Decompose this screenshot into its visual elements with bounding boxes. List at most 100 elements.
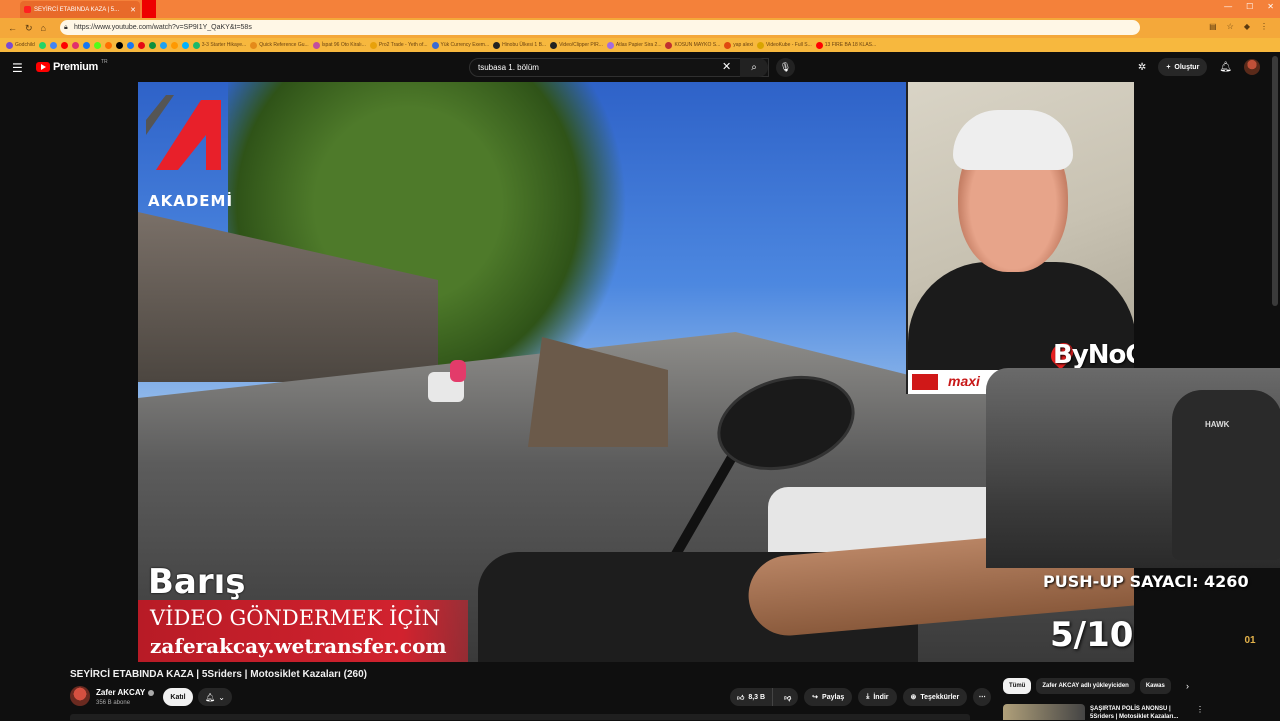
channel-name[interactable]: Zafer AKCAY (96, 688, 155, 697)
bookmark-item[interactable]: Godchild (6, 41, 35, 49)
bookmark-favicon-icon (93, 41, 101, 49)
home-icon[interactable]: ⌂ (41, 23, 46, 34)
gaming-chair (1172, 390, 1280, 560)
dislike-button[interactable]: 👎︎ (777, 688, 798, 706)
maxi-mark-icon (912, 374, 938, 390)
filter-chip[interactable]: Tümü (1003, 678, 1032, 694)
voice-search-button[interactable]: 🎙︎ (776, 58, 795, 77)
page-scrollbar[interactable] (1272, 56, 1278, 306)
bookmark-favicon-icon (6, 41, 13, 49)
bookmark-favicon-icon (665, 41, 673, 49)
maximize-icon[interactable]: ☐ (1246, 2, 1253, 11)
bookmark-item[interactable] (60, 41, 68, 49)
plus-icon: + (1166, 63, 1171, 71)
close-window-icon[interactable]: ✕ (1267, 2, 1274, 11)
cast-icon[interactable]: ✲ (1138, 62, 1146, 73)
chevron-down-icon: ⌄ (218, 692, 225, 702)
bookmark-favicon-icon (137, 41, 145, 49)
like-dislike-group: 👍︎ 8,3 B 👎︎ (730, 688, 799, 706)
thanks-button[interactable]: ⊛ Teşekkürler (902, 688, 968, 706)
minimize-icon[interactable]: — (1224, 2, 1232, 11)
browser-tab[interactable]: SEYİRCİ ETABINDA KAZA | 5... ✕ (20, 1, 140, 18)
hamburger-menu-icon[interactable]: ☰ (12, 61, 23, 75)
microphone-icon: 🎙︎ (779, 62, 792, 72)
subscription-bell-button[interactable]: 🔔︎ ⌄ (198, 688, 232, 706)
account-avatar[interactable] (1244, 59, 1260, 75)
bookmark-label: 13 FIRE BA 18 KLAS... (824, 42, 877, 48)
bookmark-item[interactable] (71, 41, 79, 49)
bookmark-item[interactable]: İspat 96 Oto Kiralı... (312, 41, 366, 49)
like-button[interactable]: 👍︎ 8,3 B (730, 688, 774, 706)
bookmark-item[interactable] (126, 41, 134, 49)
tab-close-icon[interactable]: ✕ (130, 6, 136, 14)
youtube-premium-logo[interactable]: Premium TR (36, 59, 108, 73)
more-actions-button[interactable]: ⋯ (973, 688, 992, 706)
logo-region: TR (100, 59, 108, 65)
filter-chip[interactable]: Kawas (1139, 678, 1171, 694)
video-player[interactable]: AKADEMİ Barış VİDEO GÖNDERMEK İÇİN zafer… (138, 82, 1134, 662)
bookmark-item[interactable]: KOSUN MAYKO S... (665, 41, 720, 49)
bookmark-label: Quick Reference Gu... (259, 42, 309, 48)
bookmark-item[interactable] (181, 41, 189, 49)
recommendation-thumbnail[interactable] (1003, 704, 1085, 720)
window-controls: — ☐ ✕ (1224, 2, 1274, 11)
extension-icon[interactable]: ◆ (1244, 22, 1250, 31)
banner-line-2: zaferakcay.wetransfer.com (150, 634, 447, 658)
download-button[interactable]: ⤓ İndir (858, 688, 897, 706)
notifications-bell-icon[interactable]: 🔔︎ (1219, 62, 1232, 73)
bookmark-item[interactable]: 3-3 Starter Hikaye... (192, 41, 246, 49)
bookmark-item[interactable] (115, 41, 123, 49)
nav-buttons: ← ↻ ⌂ (0, 23, 46, 34)
create-button[interactable]: + Oluştur (1158, 58, 1208, 76)
menu-dots-icon[interactable]: ⋮ (1260, 22, 1268, 31)
bookmark-favicon-icon (60, 41, 68, 49)
chevron-right-icon[interactable]: › (1186, 681, 1189, 691)
lock-icon: 🔒︎ (64, 23, 68, 31)
filter-chip[interactable]: Zafer AKCAY adlı yükleyiciden (1036, 678, 1135, 694)
bookmark-label: Hinobu Ülkesi 1 B... (502, 42, 547, 48)
bookmark-item[interactable]: Hinobu Ülkesi 1 B... (493, 41, 547, 49)
bookmark-item[interactable] (137, 41, 145, 49)
share-button[interactable]: ↪ Paylaş (804, 688, 853, 706)
like-count: 8,3 B (748, 693, 766, 701)
bookmark-item[interactable]: Pro2 Trade - Yeth of... (369, 41, 428, 49)
bookmark-favicon-icon (38, 41, 46, 49)
bookmark-item[interactable]: Quick Reference Gu... (250, 41, 309, 49)
search-button[interactable]: ⌕ (740, 58, 768, 77)
join-button[interactable]: Katıl (163, 688, 193, 706)
description-preview[interactable] (70, 714, 970, 720)
back-icon[interactable]: ← (8, 23, 17, 34)
bookmark-item[interactable] (104, 41, 112, 49)
recommendation-menu-icon[interactable]: ⋮ (1196, 705, 1204, 714)
bookmark-item[interactable]: VideoKube - Full S... (756, 41, 812, 49)
bookmark-item[interactable] (93, 41, 101, 49)
bookmark-item[interactable]: Atlas Papier Sira 2... (606, 41, 661, 49)
translate-icon[interactable]: ▤ (1209, 22, 1217, 31)
bookmark-favicon-icon (159, 41, 167, 49)
url-text: https://www.youtube.com/watch?v=SP9I1Y_Q… (74, 24, 252, 31)
channel-avatar[interactable] (70, 686, 90, 706)
bookmark-item[interactable] (38, 41, 46, 49)
rating-score: 5/10 (1050, 615, 1134, 655)
bookmark-star-icon[interactable]: ☆ (1227, 22, 1234, 31)
reload-icon[interactable]: ↻ (25, 23, 33, 34)
bookmark-item[interactable] (159, 41, 167, 49)
bookmark-item[interactable]: 13 FIRE BA 18 KLAS... (815, 41, 877, 49)
bookmark-item[interactable] (148, 41, 156, 49)
bookmark-item[interactable]: Yük Currency Exem... (431, 41, 489, 49)
bookmark-item[interactable] (82, 41, 90, 49)
bookmark-favicon-icon (312, 41, 320, 49)
bookmark-item[interactable]: yap alexi (724, 41, 753, 49)
bookmark-item[interactable] (170, 41, 178, 49)
url-field[interactable]: 🔒︎ https://www.youtube.com/watch?v=SP9I1… (60, 20, 1140, 35)
new-tab-button[interactable] (142, 0, 156, 18)
bookmark-item[interactable]: Video/Clipper PIR... (550, 41, 603, 49)
bookmark-item[interactable] (49, 41, 57, 49)
channel-watermark[interactable]: 01 (1240, 630, 1260, 650)
clear-search-icon[interactable]: ✕ (722, 60, 731, 73)
bookmark-label: Video/Clipper PIR... (559, 42, 603, 48)
address-bar-icons: ▤ ☆ ◆ ⋮ (1209, 22, 1268, 31)
recommendation-title[interactable]: ŞAŞIRTAN POLİS ANONSU | 5Sriders | Motos… (1090, 705, 1190, 721)
maxi-label: maxi (948, 373, 980, 389)
video-actions: 👍︎ 8,3 B 👎︎ ↪ Paylaş ⤓ İndir ⊛ Teşekkürl… (730, 688, 992, 706)
